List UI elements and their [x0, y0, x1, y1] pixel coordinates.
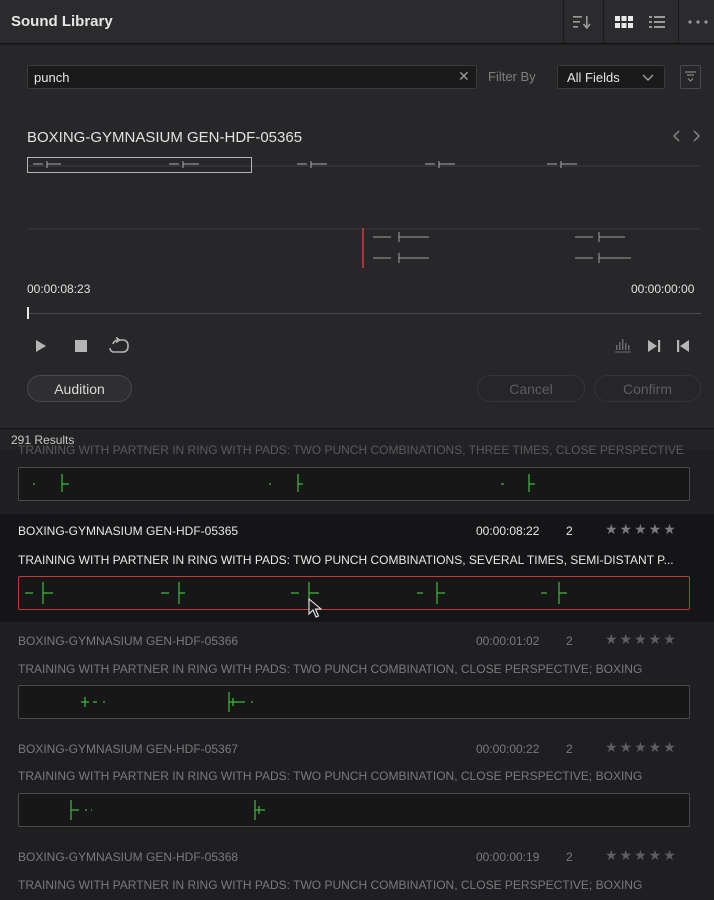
result-channels: 2: [566, 742, 573, 756]
play-icon[interactable]: [30, 335, 52, 357]
result-name: BOXING-GYMNASIUM GEN-HDF-05368: [18, 850, 239, 864]
result-duration: 00:00:01:02: [476, 634, 540, 648]
sort-icon[interactable]: [567, 8, 597, 36]
star-rating[interactable]: ★★★★★: [605, 631, 678, 648]
header-divider: [603, 0, 604, 44]
clip-nav-arrows[interactable]: [672, 129, 702, 143]
result-duration: 00:00:00:22: [476, 742, 540, 756]
result-name: BOXING-GYMNASIUM GEN-HDF-05366: [18, 634, 239, 648]
result-waveform[interactable]: [18, 793, 690, 827]
window-title: Sound Library: [11, 13, 113, 30]
header-divider: [563, 0, 564, 44]
result-duration: 00:00:08:22: [476, 524, 540, 538]
preview-panel: punch ✕ Filter By All Fields BOXING-GYMN…: [0, 45, 714, 428]
audio-meter-icon[interactable]: [613, 335, 635, 357]
filter-dropdown[interactable]: All Fields: [557, 65, 665, 89]
clear-search-icon[interactable]: ✕: [458, 68, 470, 85]
timecode-current: 00:00:08:23: [27, 282, 91, 296]
list-item-partial[interactable]: TRAINING WITH PARTNER IN RING WITH PADS:…: [0, 443, 714, 514]
star-rating[interactable]: ★★★★★: [605, 521, 678, 538]
list-item[interactable]: BOXING-GYMNASIUM GEN-HDF-05367 00:00:00:…: [0, 731, 714, 838]
result-description: TRAINING WITH PARTNER IN RING WITH PADS:…: [18, 553, 674, 567]
audition-button[interactable]: Audition: [27, 375, 132, 402]
star-rating[interactable]: ★★★★★: [605, 847, 678, 864]
search-input[interactable]: punch: [34, 70, 69, 85]
result-description: TRAINING WITH PARTNER IN RING WITH PADS:…: [18, 769, 643, 783]
filter-icon[interactable]: [680, 65, 701, 89]
cancel-button[interactable]: Cancel: [477, 375, 585, 402]
confirm-button[interactable]: Confirm: [594, 375, 701, 402]
result-channels: 2: [566, 634, 573, 648]
result-description: TRAINING WITH PARTNER IN RING WITH PADS:…: [18, 662, 643, 676]
result-waveform[interactable]: [18, 685, 690, 719]
mouse-cursor-icon: [308, 598, 322, 618]
result-waveform[interactable]: [18, 467, 690, 501]
prev-clip-icon[interactable]: [672, 335, 694, 357]
stop-icon[interactable]: [70, 335, 92, 357]
result-channels: 2: [566, 524, 573, 538]
next-clip-icon[interactable]: [643, 335, 665, 357]
loop-icon[interactable]: [106, 335, 132, 357]
result-name: BOXING-GYMNASIUM GEN-HDF-05367: [18, 742, 239, 756]
timecode-end: 00:00:00:00: [631, 282, 695, 296]
result-description: TRAINING WITH PARTNER IN RING WITH PADS:…: [18, 878, 643, 892]
grid-view-icon[interactable]: [609, 8, 639, 36]
list-item-selected[interactable]: BOXING-GYMNASIUM GEN-HDF-05365 00:00:08:…: [0, 514, 714, 622]
search-field[interactable]: punch ✕: [27, 65, 477, 89]
playhead[interactable]: [27, 307, 29, 319]
filter-selected-value: All Fields: [567, 70, 620, 85]
header-divider: [678, 0, 679, 44]
filter-by-label: Filter By: [488, 69, 536, 84]
result-name: BOXING-GYMNASIUM GEN-HDF-05365: [18, 524, 239, 538]
result-duration: 00:00:00:19: [476, 850, 540, 864]
chevron-down-icon: [642, 68, 654, 86]
result-waveform[interactable]: [18, 576, 690, 610]
scrub-bar[interactable]: [27, 313, 701, 314]
result-channels: 2: [566, 850, 573, 864]
more-icon[interactable]: [684, 8, 712, 36]
list-item[interactable]: BOXING-GYMNASIUM GEN-HDF-05366 00:00:01:…: [0, 622, 714, 731]
list-item[interactable]: BOXING-GYMNASIUM GEN-HDF-05368 00:00:00:…: [0, 838, 714, 900]
list-view-icon[interactable]: [642, 8, 672, 36]
star-rating[interactable]: ★★★★★: [605, 739, 678, 756]
result-description: TRAINING WITH PARTNER IN RING WITH PADS:…: [18, 443, 684, 457]
overview-waveform[interactable]: [27, 156, 701, 178]
main-waveform[interactable]: [27, 228, 701, 273]
clip-name: BOXING-GYMNASIUM GEN-HDF-05365: [27, 129, 303, 146]
